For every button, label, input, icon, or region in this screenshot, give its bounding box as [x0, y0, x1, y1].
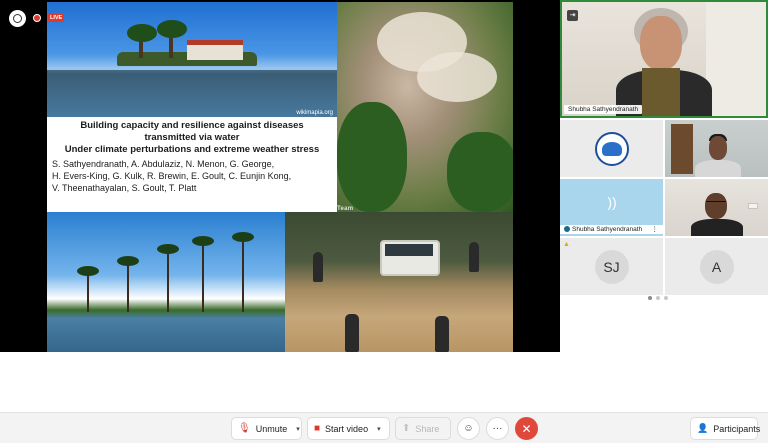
share-button[interactable]: ⬆ Share	[395, 417, 451, 440]
person	[435, 316, 449, 352]
start-video-button[interactable]: ■ Start video ▾	[307, 417, 390, 440]
participant-initials: SJ	[594, 249, 629, 284]
emoji-icon: ☺	[463, 423, 474, 434]
palm-frond	[232, 232, 254, 242]
photo-tag: Team	[337, 206, 354, 212]
mic-off-icon: 🎙	[238, 423, 251, 434]
screen-share-control-icon[interactable]	[9, 10, 26, 27]
palm-crown	[157, 20, 187, 38]
more-icon: ···	[492, 423, 503, 434]
palm-frond	[192, 236, 214, 246]
participant-panel: ⇥ Shubha Sathyendranath )) Shubha Sathye…	[560, 0, 768, 300]
audio-wave-icon: ))	[607, 194, 617, 210]
shared-screen: wikimapia.org Building capacity and resi…	[0, 0, 560, 352]
collapse-icon[interactable]: ⇥	[567, 10, 578, 21]
more-button[interactable]: ···	[486, 417, 509, 440]
water-reflection	[47, 70, 337, 118]
slide-photo-house-on-water: wikimapia.org	[47, 2, 337, 118]
participant-body	[691, 219, 743, 236]
reactions-button[interactable]: ☺	[457, 417, 480, 440]
foliage	[337, 102, 407, 212]
participant-tile-logo[interactable]	[560, 120, 663, 177]
palm-frond	[77, 266, 99, 276]
background-door	[671, 124, 693, 174]
palm-trunk	[202, 242, 204, 312]
participant-face	[709, 136, 727, 160]
page-dot[interactable]	[648, 296, 652, 300]
slide-photo-jeep-in-flood	[285, 212, 513, 352]
speaking-indicator-icon	[564, 226, 570, 232]
slide-title: Building capacity and resilience against…	[64, 120, 320, 155]
tile-more-icon[interactable]: ⋮	[652, 225, 659, 234]
palm-frond	[117, 256, 139, 266]
water-spray	[417, 52, 497, 102]
live-badge: LIVE	[48, 14, 65, 22]
person	[313, 252, 323, 282]
close-icon: ✕	[521, 421, 532, 436]
participant-tile-initials[interactable]: A	[665, 238, 768, 295]
slide-title-box: Building capacity and resilience against…	[47, 117, 337, 212]
palm-trunk	[127, 262, 129, 312]
active-speaker-tile[interactable]: ⇥ Shubha Sathyendranath	[560, 0, 768, 118]
participants-button[interactable]: 👤 Participants	[690, 417, 760, 440]
palm-crown	[127, 24, 157, 42]
foliage	[447, 132, 513, 212]
person	[345, 314, 359, 352]
speaker-scarf	[642, 68, 680, 116]
share-icon: ⬆	[402, 423, 411, 434]
organization-logo	[594, 131, 629, 166]
jeep-window	[385, 244, 433, 256]
palm-trunk	[87, 272, 89, 312]
person	[469, 242, 479, 272]
participant-name-tag: Shubha Sathyendranath ⋮	[560, 225, 663, 234]
people-icon: 👤	[697, 423, 709, 433]
slide-photo-flood-waterfall	[337, 2, 513, 212]
unmute-button[interactable]: 🎙 Unmute ▾	[231, 417, 302, 440]
speaker-name-tag: Shubha Sathyendranath	[564, 105, 643, 114]
palm-trunk	[167, 250, 169, 312]
video-off-icon: ■	[314, 423, 321, 434]
warning-icon: ▲	[563, 241, 570, 248]
background-curtain	[706, 2, 766, 116]
wall-switch	[748, 203, 758, 209]
participant-tile-video[interactable]	[665, 179, 768, 236]
page-dot[interactable]	[656, 296, 660, 300]
house	[187, 40, 243, 60]
slide-authors: S. Sathyendranath, A. Abdulaziz, N. Meno…	[52, 159, 292, 194]
palm-frond	[157, 244, 179, 254]
meeting-window: wikimapia.org Building capacity and resi…	[0, 0, 768, 443]
palm-trunk	[242, 238, 244, 312]
photo-credit: wikimapia.org	[296, 110, 333, 116]
page-dot[interactable]	[664, 296, 668, 300]
meeting-toolbar: 🎙 Unmute ▾ ■ Start video ▾ ⬆ Share ☺ ···…	[0, 412, 768, 443]
chevron-down-icon[interactable]: ▾	[377, 425, 381, 433]
participant-initials: A	[699, 249, 734, 284]
participant-tile-initials[interactable]: ▲ SJ	[560, 238, 663, 295]
participant-glasses	[706, 201, 726, 205]
chevron-down-icon[interactable]: ▾	[296, 425, 300, 433]
slide-photo-palm-trees	[47, 212, 285, 352]
tile-pagination[interactable]	[648, 296, 668, 300]
leave-button[interactable]: ✕	[515, 417, 538, 440]
participant-tile-video[interactable]	[665, 120, 768, 177]
recording-icon	[33, 14, 41, 22]
speaker-face	[640, 16, 682, 70]
participant-tile-audio[interactable]: )) Shubha Sathyendranath ⋮	[560, 179, 663, 236]
participant-face	[705, 193, 727, 219]
participant-body	[695, 160, 741, 177]
